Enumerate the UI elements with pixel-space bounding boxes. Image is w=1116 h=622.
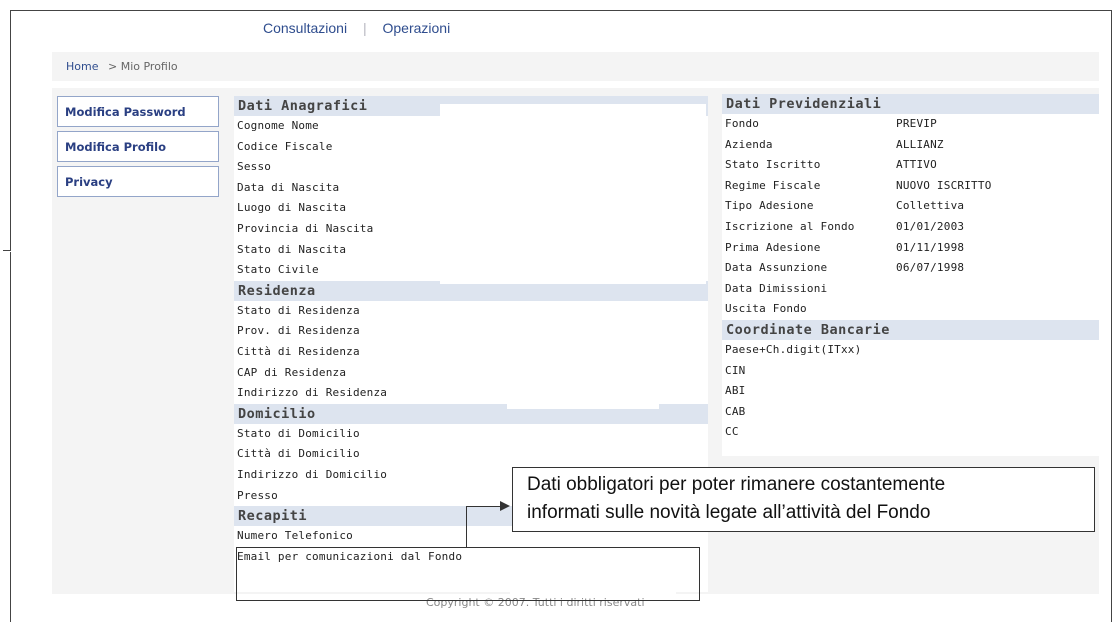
nav-operazioni[interactable]: Operazioni — [382, 20, 450, 36]
breadcrumb-current: > Mio Profilo — [107, 60, 178, 73]
prev-value: 06/07/1998 — [896, 261, 965, 275]
prev-value: NUOVO ISCRITTO — [896, 178, 992, 192]
prev-row: Data Assunzione 06/07/1998 — [722, 258, 1099, 279]
recapiti-highlight-box — [236, 547, 700, 601]
callout-line-2: informati sulle novità legate all’attivi… — [527, 502, 931, 523]
prev-value: ATTIVO — [896, 158, 937, 172]
frame-right-border — [1111, 10, 1112, 622]
breadcrumb-home[interactable]: Home — [66, 60, 98, 73]
breadcrumb: Home > Mio Profilo — [52, 52, 1099, 81]
field-citta-domicilio: Città di Domicilio — [237, 447, 360, 461]
section-coordinate-bancarie-title: Coordinate Bancarie — [722, 319, 1099, 340]
prev-label: Data Assunzione — [725, 261, 828, 275]
prev-value: ALLIANZ — [896, 137, 944, 151]
field-stato-domicilio: Stato di Domicilio — [237, 426, 360, 440]
prev-label: Fondo — [725, 117, 760, 130]
prev-row: Iscrizione al Fondo 01/01/2003 — [722, 217, 1099, 238]
top-navigation: Consultazioni | Operazioni — [263, 20, 450, 36]
prev-value: 01/11/1998 — [896, 240, 965, 254]
prev-value: PREVIP — [896, 117, 937, 130]
field-cab: CAB — [725, 404, 746, 418]
prev-label: Prima Adesione — [725, 240, 821, 254]
prev-row: Azienda ALLIANZ — [722, 135, 1099, 156]
callout-connector-horizontal — [466, 506, 502, 507]
prev-label: Uscita Fondo — [725, 302, 807, 316]
callout-note: Dati obbligatori per poter rimanere cost… — [512, 467, 1095, 532]
prev-row: Prima Adesione 01/11/1998 — [722, 238, 1099, 259]
nav-separator: | — [362, 20, 367, 36]
right-panel: Dati Previdenziali Fondo PREVIP Azienda AL… — [722, 94, 1099, 456]
prev-row: Uscita Fondo — [722, 299, 1099, 320]
callout-line-1: Dati obbligatori per poter rimanere cost… — [527, 474, 946, 495]
frame-tick — [3, 250, 11, 251]
callout-arrow-icon — [500, 501, 510, 511]
prev-label: Regime Fiscale — [725, 178, 821, 192]
prev-label: Stato Iscritto — [725, 158, 821, 172]
field-cc: CC — [725, 425, 739, 439]
side-menu: Modifica Password Modifica Profilo Priva… — [57, 96, 219, 201]
frame-left-border — [10, 10, 11, 250]
section-dati-previdenziali-title: Dati Previdenziali — [722, 94, 1099, 114]
menu-privacy[interactable]: Privacy — [57, 166, 219, 197]
prev-row: Regime Fiscale NUOVO ISCRITTO — [722, 176, 1099, 197]
field-paese-chdigit: Paese+Ch.digit(ITxx) — [725, 342, 862, 356]
prev-value: Collettiva — [896, 199, 965, 213]
frame-left-border-lower — [10, 252, 11, 622]
prev-label: Data Dimissioni — [725, 281, 828, 295]
menu-modifica-password[interactable]: Modifica Password — [57, 96, 219, 127]
prev-label: Azienda — [725, 137, 773, 151]
prev-label: Iscrizione al Fondo — [725, 219, 855, 233]
redacted-anagrafici-values — [440, 104, 706, 284]
frame-top-border — [10, 10, 1112, 11]
prev-row: Stato Iscritto ATTIVO — [722, 155, 1099, 176]
menu-modifica-profilo[interactable]: Modifica Profilo — [57, 131, 219, 162]
prev-row: Tipo Adesione Collettiva — [722, 196, 1099, 217]
prev-row: Data Dimissioni — [722, 279, 1099, 300]
prev-value: 01/01/2003 — [896, 219, 965, 233]
callout-connector-vertical — [466, 506, 467, 548]
prev-row: Fondo PREVIP — [722, 114, 1099, 135]
field-cin: CIN — [725, 363, 746, 377]
field-abi: ABI — [725, 384, 746, 398]
redacted-residenza-values — [507, 307, 659, 409]
nav-consultazioni[interactable]: Consultazioni — [263, 20, 347, 36]
prev-label: Tipo Adesione — [725, 199, 814, 213]
